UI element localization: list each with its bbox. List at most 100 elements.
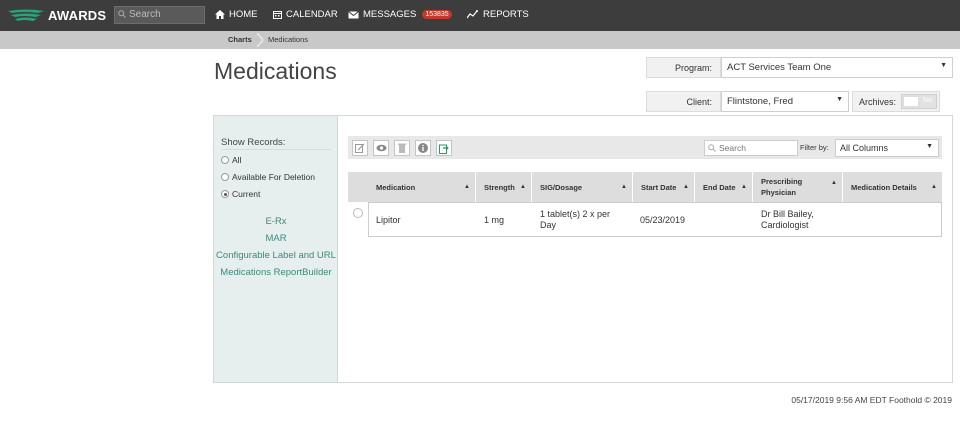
column-end-date-label: End Date xyxy=(703,182,736,192)
sort-icon: ▲ xyxy=(464,184,470,190)
column-medication-details[interactable]: Medication Details ▲ xyxy=(843,172,942,202)
filter-value: All Columns xyxy=(840,143,889,153)
view-button[interactable] xyxy=(373,140,389,156)
column-prescribing-physician-label: Prescribing Physician xyxy=(761,177,803,197)
records-option-deletion-label: Available For Deletion xyxy=(232,172,315,182)
records-option-all-label: All xyxy=(232,155,242,165)
table-row[interactable]: Lipitor 1 mg 1 tablet(s) 2 x per Day 05/… xyxy=(368,202,942,237)
program-value: ACT Services Team One xyxy=(727,62,832,73)
info-button[interactable] xyxy=(415,140,431,156)
program-select[interactable]: ACT Services Team One ▼ xyxy=(721,57,953,78)
sort-icon: ▲ xyxy=(621,184,627,190)
link-medications-reportbuilder[interactable]: Medications ReportBuilder xyxy=(214,267,338,278)
client-select[interactable]: Flintstone, Fred ▼ xyxy=(721,91,849,112)
sort-icon: ▲ xyxy=(931,184,937,190)
grid-search-placeholder: Search xyxy=(719,143,746,153)
home-icon xyxy=(215,10,225,19)
export-icon xyxy=(439,144,449,154)
table-header: Medication ▲ Strength ▲ SIG/Dosage ▲ Sta… xyxy=(348,172,942,202)
cell-sig-dosage: 1 tablet(s) 2 x per Day xyxy=(540,209,611,230)
archives-control: Archives: No xyxy=(852,91,940,112)
info-icon xyxy=(418,143,428,153)
records-option-current-label: Current xyxy=(232,189,261,199)
column-end-date[interactable]: End Date ▲ xyxy=(695,172,753,202)
records-sidebar: Show Records: All Available For Deletion… xyxy=(214,116,338,382)
search-icon xyxy=(118,10,126,18)
nav-messages[interactable]: MESSAGES 153835 xyxy=(348,9,452,20)
filter-label: Filter by: xyxy=(800,143,829,152)
edit-button[interactable] xyxy=(352,140,368,156)
cell-prescribing-physician: Dr Bill Bailey, Cardiologist xyxy=(761,209,814,230)
nav-messages-label: MESSAGES xyxy=(363,9,417,20)
client-value: Flintstone, Fred xyxy=(727,96,793,107)
program-label: Program: xyxy=(646,57,721,78)
column-strength-label: Strength xyxy=(484,182,515,192)
sort-icon: ▲ xyxy=(520,184,526,190)
filter-select[interactable]: All Columns ▼ xyxy=(835,139,939,157)
sort-icon: ▲ xyxy=(683,184,689,190)
medications-panel: Show Records: All Available For Deletion… xyxy=(213,115,953,383)
footer-timestamp: 05/17/2019 9:56 AM EDT Foothold © 2019 xyxy=(791,395,952,405)
cell-start-date: 05/23/2019 xyxy=(640,215,686,225)
breadcrumb-chevron-icon xyxy=(256,33,264,47)
sort-icon: ▲ xyxy=(831,180,837,186)
link-e-rx[interactable]: E-Rx xyxy=(214,216,338,227)
column-medication-label: Medication xyxy=(376,182,416,192)
radio-available-for-deletion[interactable] xyxy=(221,173,229,181)
records-option-available-for-deletion[interactable]: Available For Deletion xyxy=(221,172,315,182)
column-sig-dosage[interactable]: SIG/Dosage ▲ xyxy=(532,172,633,202)
delete-icon xyxy=(398,143,406,153)
column-medication-details-label: Medication Details xyxy=(851,182,917,192)
nav-calendar-label: CALENDAR xyxy=(286,9,338,20)
sort-icon: ▲ xyxy=(741,184,747,190)
messages-count-badge: 153835 xyxy=(422,10,452,19)
awards-logo[interactable]: AWARDS xyxy=(8,5,108,26)
nav-reports-label: REPORTS xyxy=(483,9,529,20)
brand-name: AWARDS xyxy=(48,8,107,23)
nav-home[interactable]: HOME xyxy=(215,9,258,20)
chart-line-icon xyxy=(467,10,478,19)
view-icon xyxy=(376,144,386,152)
archives-label: Archives: xyxy=(859,97,897,107)
nav-home-label: HOME xyxy=(229,9,258,20)
link-mar[interactable]: MAR xyxy=(214,233,338,244)
records-option-all[interactable]: All xyxy=(221,155,241,165)
column-start-date-label: Start Date xyxy=(641,182,677,192)
top-nav-bar: AWARDS Search HOME CALENDAR MESSAGES 153… xyxy=(0,0,960,31)
cell-strength: 1 mg xyxy=(484,215,505,225)
show-records-label: Show Records: xyxy=(221,137,286,148)
grid-search-input[interactable]: Search xyxy=(704,140,798,156)
breadcrumb: Charts Medications xyxy=(0,31,960,49)
chevron-down-icon: ▼ xyxy=(940,62,947,69)
toggle-knob xyxy=(903,96,919,107)
edit-icon xyxy=(355,143,365,153)
radio-current[interactable] xyxy=(221,190,229,198)
search-icon xyxy=(708,144,716,152)
link-configurable-label-url[interactable]: Configurable Label and URL xyxy=(214,250,338,261)
chevron-down-icon: ▼ xyxy=(836,96,843,103)
archives-toggle[interactable]: No xyxy=(901,94,937,109)
envelope-icon xyxy=(348,10,359,18)
nav-calendar[interactable]: CALENDAR xyxy=(273,9,338,20)
column-sig-dosage-label: SIG/Dosage xyxy=(540,182,583,192)
column-start-date[interactable]: Start Date ▲ xyxy=(633,172,695,202)
nav-reports[interactable]: REPORTS xyxy=(467,9,529,20)
radio-all[interactable] xyxy=(221,156,229,164)
breadcrumb-medications: Medications xyxy=(268,35,309,44)
calendar-icon xyxy=(273,11,282,19)
global-search-input[interactable]: Search xyxy=(114,6,205,24)
global-search-placeholder: Search xyxy=(129,9,161,20)
delete-button[interactable] xyxy=(394,140,410,156)
awards-logo-icon xyxy=(8,9,44,21)
records-option-current[interactable]: Current xyxy=(221,189,260,199)
export-button[interactable] xyxy=(436,140,452,156)
chevron-down-icon: ▼ xyxy=(926,143,933,150)
column-prescribing-physician[interactable]: Prescribing Physician ▲ xyxy=(753,172,843,202)
archives-toggle-value: No xyxy=(923,97,932,104)
cell-medication: Lipitor xyxy=(376,215,401,225)
column-medication[interactable]: Medication ▲ xyxy=(368,172,476,202)
column-strength[interactable]: Strength ▲ xyxy=(476,172,532,202)
page-title: Medications xyxy=(214,58,337,84)
breadcrumb-charts[interactable]: Charts xyxy=(228,35,252,44)
row-select-radio[interactable] xyxy=(353,208,363,218)
